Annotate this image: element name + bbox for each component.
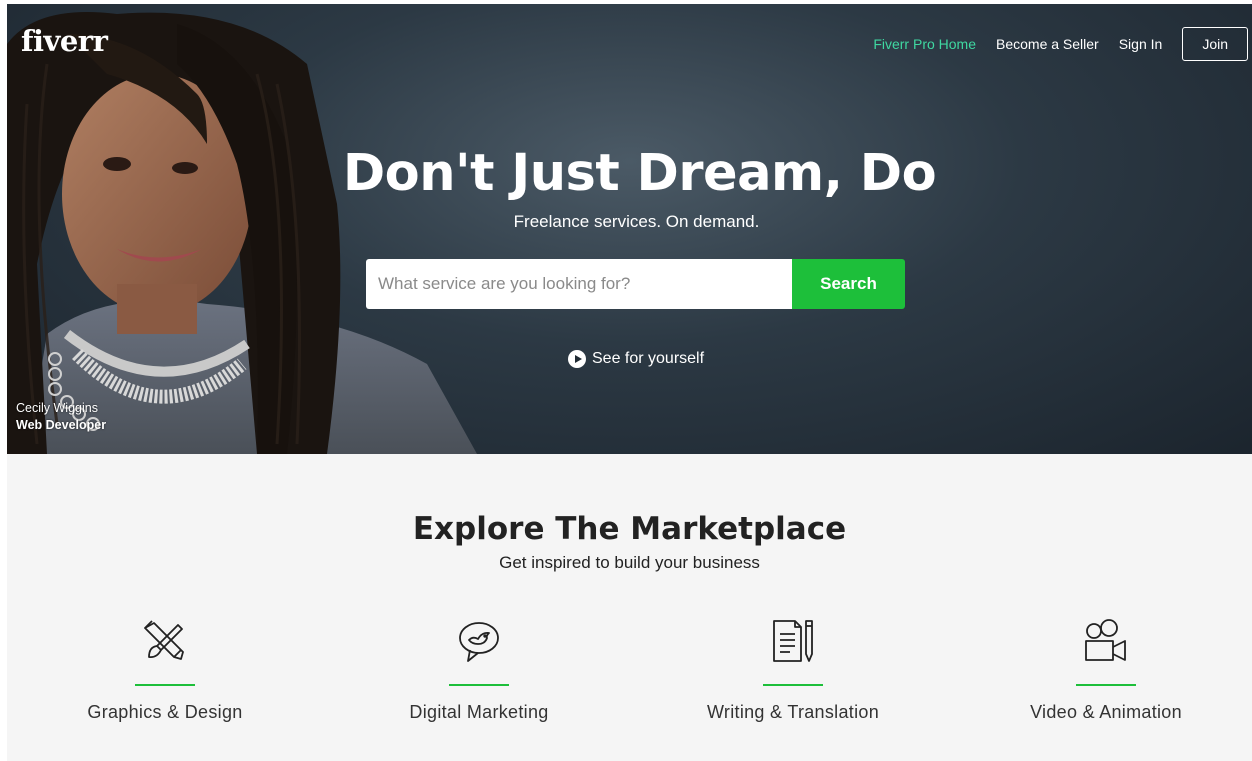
category-label: Digital Marketing xyxy=(409,702,549,722)
category-underline xyxy=(449,684,509,686)
speech-bird-icon xyxy=(459,622,499,662)
nav-sign-in-link[interactable]: Sign In xyxy=(1119,36,1163,52)
join-button[interactable]: Join xyxy=(1182,27,1248,61)
category-underline xyxy=(135,684,195,686)
top-nav: Fiverr Pro Home Become a Seller Sign In … xyxy=(873,27,1248,61)
hero-subline: Freelance services. On demand. xyxy=(513,212,760,231)
hero-headline: Don't Just Dream, Do xyxy=(342,144,937,203)
pencil-brush-icon xyxy=(144,620,184,660)
search-bar: Search xyxy=(366,259,905,309)
category-writing-translation[interactable]: Writing & Translation xyxy=(643,616,943,723)
fiverr-logo[interactable]: fiverr xyxy=(21,24,108,58)
see-for-yourself-link[interactable]: See for yourself xyxy=(568,350,704,368)
nav-become-seller-link[interactable]: Become a Seller xyxy=(996,36,1099,52)
explore-section: Explore The Marketplace Get inspired to … xyxy=(7,454,1252,761)
category-underline xyxy=(1076,684,1136,686)
category-video-animation[interactable]: Video & Animation xyxy=(956,616,1252,723)
search-input[interactable] xyxy=(366,259,792,309)
category-label: Graphics & Design xyxy=(87,702,243,722)
play-icon xyxy=(568,350,586,368)
photo-credit: Cecily Wiggins Web Developer xyxy=(16,400,106,434)
explore-title: Explore The Marketplace xyxy=(412,511,847,547)
nav-fiverr-pro-link[interactable]: Fiverr Pro Home xyxy=(873,36,976,52)
category-label: Writing & Translation xyxy=(706,702,880,722)
credit-role: Web Developer xyxy=(16,418,107,432)
category-graphics-design[interactable]: Graphics & Design xyxy=(15,616,315,723)
category-underline xyxy=(763,684,823,686)
category-digital-marketing[interactable]: Digital Marketing xyxy=(329,616,629,723)
search-button[interactable]: Search xyxy=(792,259,905,309)
see-for-yourself-label: See for yourself xyxy=(592,350,705,367)
document-pen-icon xyxy=(773,620,813,662)
explore-subtitle: Get inspired to build your business xyxy=(499,553,760,572)
category-label: Video & Animation xyxy=(1030,702,1182,722)
hero-banner: fiverr Fiverr Pro Home Become a Seller S… xyxy=(7,4,1252,454)
credit-name: Cecily Wiggins xyxy=(16,401,98,415)
video-camera-icon xyxy=(1085,619,1126,661)
